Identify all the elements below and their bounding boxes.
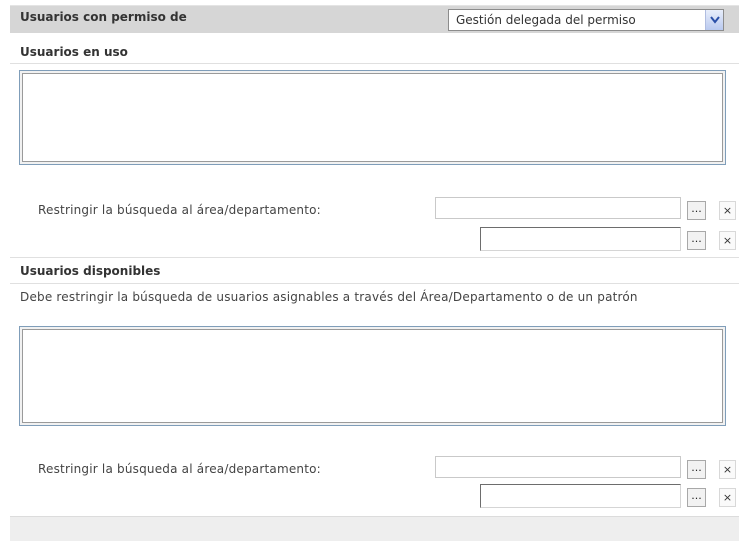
in-use-pattern-field[interactable]	[480, 227, 681, 251]
available-pattern-field[interactable]	[480, 484, 681, 508]
available-section-title: Usuarios disponibles	[20, 264, 161, 278]
permission-header-title: Usuarios con permiso de	[20, 10, 187, 24]
in-use-area-browse-button[interactable]: ...	[687, 201, 706, 220]
permission-select-value: Gestión delegada del permiso	[456, 13, 636, 27]
available-pattern-browse-button[interactable]: ...	[687, 488, 706, 507]
available-pattern-clear-button[interactable]: ×	[719, 488, 736, 507]
available-area-clear-button[interactable]: ×	[719, 460, 736, 479]
in-use-users-list[interactable]	[19, 70, 726, 165]
available-divider	[10, 283, 739, 284]
in-use-area-clear-button[interactable]: ×	[719, 201, 736, 220]
available-area-field[interactable]	[435, 456, 681, 478]
in-use-divider	[10, 63, 739, 64]
available-top-divider	[10, 257, 739, 258]
chevron-down-icon[interactable]	[705, 10, 723, 30]
in-use-restrict-label: Restringir la búsqueda al área/departame…	[38, 203, 321, 217]
in-use-section-title: Usuarios en uso	[20, 45, 128, 59]
available-restrict-label: Restringir la búsqueda al área/departame…	[38, 462, 321, 476]
in-use-pattern-clear-button[interactable]: ×	[719, 231, 736, 250]
available-users-list[interactable]	[19, 326, 726, 426]
panel-footer-bar	[10, 516, 739, 541]
available-area-browse-button[interactable]: ...	[687, 460, 706, 479]
available-note: Debe restringir la búsqueda de usuarios …	[20, 290, 638, 304]
permission-select[interactable]: Gestión delegada del permiso	[448, 9, 724, 31]
in-use-pattern-browse-button[interactable]: ...	[687, 231, 706, 250]
in-use-area-field[interactable]	[435, 197, 681, 219]
